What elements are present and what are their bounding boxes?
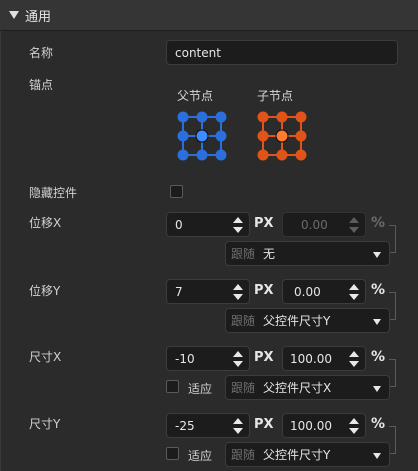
- parent-anchor-label: 父节点: [177, 89, 214, 103]
- parent-anchor-point-bottom-left[interactable]: [177, 149, 189, 161]
- stepper-arrows-icon[interactable]: [349, 217, 359, 233]
- hide-control-label: 隐藏控件: [29, 186, 78, 200]
- parent-grid-svg: [177, 111, 227, 161]
- anchor-label: 锚点: [29, 78, 54, 92]
- pos-y-bracket: [389, 292, 396, 320]
- parent-anchor-grid[interactable]: [175, 109, 231, 165]
- child-anchor-point-top-left[interactable]: [257, 111, 269, 123]
- size-x-pct-value: 100.00: [290, 351, 332, 366]
- section-header-general[interactable]: 通用: [0, 0, 418, 31]
- parent-anchor-point-left[interactable]: [177, 130, 189, 142]
- name-label: 名称: [29, 46, 54, 60]
- child-anchor-point-left[interactable]: [257, 130, 269, 142]
- stepper-arrows-icon[interactable]: [233, 351, 243, 367]
- parent-anchor-point-bottom-right[interactable]: [215, 149, 227, 161]
- pos-y-px-unit: PX: [254, 283, 274, 298]
- size-x-follow-prefix: 跟随: [231, 381, 256, 395]
- child-anchor-grid[interactable]: [255, 109, 311, 165]
- stepper-arrows-icon[interactable]: [349, 351, 359, 367]
- pos-x-px-value: 0: [175, 217, 183, 232]
- collapse-arrow-icon[interactable]: [9, 11, 19, 19]
- section-title: 通用: [25, 9, 52, 25]
- parent-anchor-point-top-right[interactable]: [215, 111, 227, 123]
- parent-anchor-point-right[interactable]: [215, 130, 227, 142]
- size-y-pct-value: 100.00: [290, 418, 332, 433]
- pos-x-follow-value: 无: [263, 247, 276, 261]
- stepper-arrows-icon[interactable]: [233, 217, 243, 233]
- size-x-pct-stepper[interactable]: 100.00: [282, 346, 366, 371]
- size-y-label: 尺寸Y: [29, 417, 61, 431]
- child-anchor-point-top-right[interactable]: [295, 111, 307, 123]
- size-y-follow-value: 父控件尺寸Y: [263, 448, 331, 462]
- pos-y-label: 位移Y: [29, 284, 61, 298]
- hide-control-checkbox[interactable]: [170, 185, 183, 198]
- size-x-px-unit: PX: [254, 350, 274, 365]
- size-y-pct-unit: %: [371, 416, 386, 432]
- chevron-down-icon: [373, 453, 381, 459]
- name-input[interactable]: content: [166, 40, 398, 65]
- child-anchor-point-center[interactable]: [275, 129, 289, 143]
- size-x-adapt-checkbox[interactable]: [166, 380, 179, 393]
- stepper-arrows-icon[interactable]: [233, 418, 243, 434]
- size-y-adapt-label: 适应: [188, 449, 213, 463]
- child-anchor-point-top[interactable]: [276, 111, 288, 123]
- pos-x-px-unit: PX: [254, 216, 274, 231]
- size-x-follow-value: 父控件尺寸X: [263, 381, 332, 395]
- size-y-adapt-checkbox[interactable]: [166, 447, 179, 460]
- chevron-down-icon: [373, 252, 381, 258]
- size-y-px-stepper[interactable]: -25: [166, 413, 250, 438]
- pos-x-label: 位移X: [29, 216, 62, 230]
- size-x-pct-unit: %: [371, 349, 386, 365]
- stepper-arrows-icon[interactable]: [349, 418, 359, 434]
- size-y-pct-stepper[interactable]: 100.00: [282, 413, 366, 438]
- pos-x-px-stepper[interactable]: 0: [166, 212, 250, 237]
- size-x-px-value: -10: [175, 351, 195, 366]
- stepper-arrows-icon[interactable]: [233, 284, 243, 300]
- pos-y-pct-unit: %: [371, 282, 386, 298]
- pos-y-px-stepper[interactable]: 7: [166, 279, 250, 304]
- size-x-label: 尺寸X: [29, 350, 62, 364]
- size-y-px-unit: PX: [254, 417, 274, 432]
- child-anchor-point-right[interactable]: [295, 130, 307, 142]
- size-x-adapt-label: 适应: [188, 382, 213, 396]
- parent-anchor-point-center[interactable]: [195, 129, 209, 143]
- pos-x-pct-value: 0.00: [301, 217, 328, 232]
- size-x-px-stepper[interactable]: -10: [166, 346, 250, 371]
- size-y-follow-prefix: 跟随: [231, 448, 256, 462]
- child-anchor-label: 子节点: [257, 89, 294, 103]
- parent-anchor-point-bottom[interactable]: [196, 149, 208, 161]
- pos-y-follow-select[interactable]: 跟随 父控件尺寸Y: [225, 308, 390, 333]
- pos-x-pct-unit: %: [371, 215, 386, 231]
- pos-x-bracket: [389, 225, 396, 253]
- child-anchor-point-bottom-left[interactable]: [257, 149, 269, 161]
- left-divider: [0, 31, 1, 471]
- pos-y-pct-value: 0.00: [294, 284, 321, 299]
- child-anchor-point-bottom-right[interactable]: [295, 149, 307, 161]
- child-grid-svg: [257, 111, 307, 161]
- pos-y-pct-stepper[interactable]: 0.00: [282, 279, 366, 304]
- size-x-follow-select[interactable]: 跟随 父控件尺寸X: [225, 375, 390, 400]
- name-input-value: content: [175, 45, 221, 60]
- child-anchor-point-bottom[interactable]: [276, 149, 288, 161]
- parent-anchor-point-top-left[interactable]: [177, 111, 189, 123]
- pos-x-follow-prefix: 跟随: [231, 247, 256, 261]
- size-x-bracket: [389, 359, 396, 387]
- size-y-bracket: [389, 426, 396, 454]
- pos-x-pct-stepper[interactable]: 0.00: [282, 212, 366, 237]
- chevron-down-icon: [373, 386, 381, 392]
- chevron-down-icon: [373, 319, 381, 325]
- pos-y-px-value: 7: [175, 284, 183, 299]
- pos-x-follow-select[interactable]: 跟随 无: [225, 241, 390, 266]
- size-y-px-value: -25: [175, 418, 195, 433]
- stepper-arrows-icon[interactable]: [349, 284, 359, 300]
- pos-y-follow-prefix: 跟随: [231, 314, 256, 328]
- pos-y-follow-value: 父控件尺寸Y: [263, 314, 331, 328]
- size-y-follow-select[interactable]: 跟随 父控件尺寸Y: [225, 442, 390, 467]
- parent-anchor-point-top[interactable]: [196, 111, 208, 123]
